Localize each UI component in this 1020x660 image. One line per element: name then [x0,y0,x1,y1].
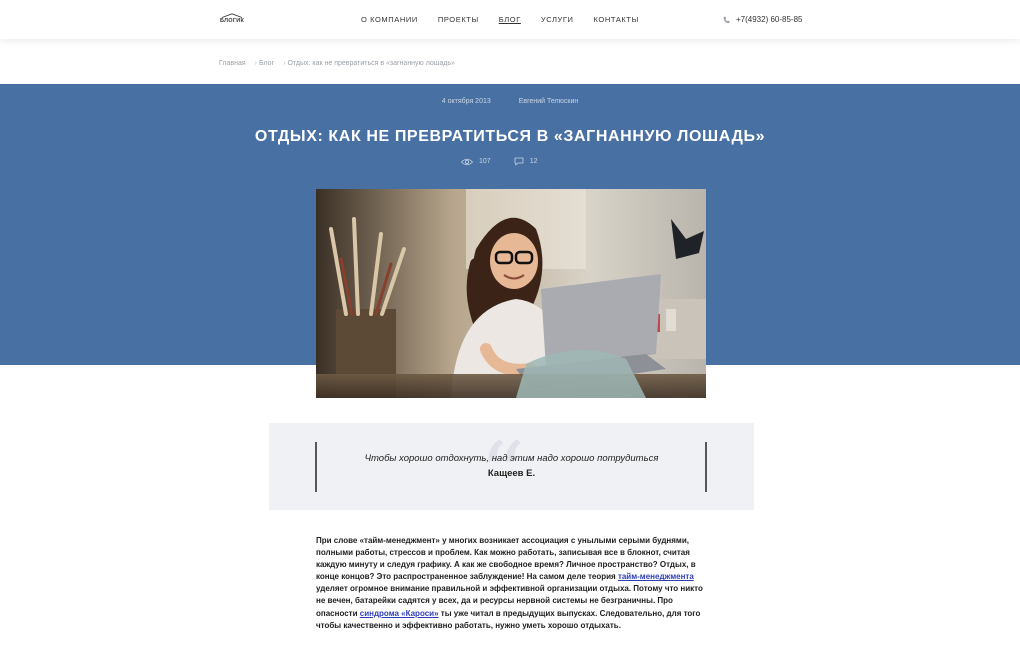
comments-stat[interactable]: 12 [514,157,538,166]
quote-bar-left [315,442,317,492]
page-title: ОТДЫХ: КАК НЕ ПРЕВРАТИТЬСЯ В «ЗАГНАННУЮ … [254,128,766,145]
nav-item-company[interactable]: О КОМПАНИИ [361,15,418,24]
breadcrumb: Главная › Блог › Отдых: как не превратит… [219,60,455,67]
comment-icon [514,157,524,166]
main-nav: О КОМПАНИИ ПРОЕКТЫ БЛОГ УСЛУГИ КОНТАКТЫ [361,15,659,24]
breadcrumb-current: Отдых: как не превратиться в «загнанную … [287,60,455,67]
nav-item-projects[interactable]: ПРОЕКТЫ [438,15,479,24]
post-stats: 107 12 [461,157,560,166]
post-author[interactable]: Евгений Телюскин [519,98,579,105]
quote-block: “ Чтобы хорошо отдохнуть, над этим надо … [269,423,754,521]
phone-contact[interactable]: +7(4932) 60-85-85 [723,15,803,24]
woman-with-laptop-photo [316,189,706,398]
eye-icon [461,158,473,165]
breadcrumb-blog[interactable]: Блог [259,60,274,67]
nav-item-contacts[interactable]: КОНТАКТЫ [594,15,639,24]
site-header: БЛОГИК О КОМПАНИИ ПРОЕКТЫ БЛОГ УСЛУГИ КО… [0,0,1020,39]
nav-item-services[interactable]: УСЛУГИ [541,15,574,24]
breadcrumb-separator-icon: › [283,60,286,67]
logo-text: БЛОГИК [220,18,245,24]
post-date: 4 октября 2013 [441,98,491,105]
post-meta: 4 октября 2013 Евгений Телюскин [0,98,1020,105]
link-time-management[interactable]: тайм-менеджмента [618,572,694,581]
comments-count: 12 [529,158,538,165]
quote-author: Кащеев Е. [487,468,536,479]
post-image [316,189,706,398]
phone-number: +7(4932) 60-85-85 [736,15,803,24]
breadcrumb-home[interactable]: Главная [219,60,246,67]
breadcrumb-separator-icon: › [254,60,257,67]
quote-bar-right [705,442,707,492]
views-stat: 107 [461,158,491,166]
link-karoshi-syndrome[interactable]: синдрома «Кароси» [360,609,439,618]
views-count: 107 [479,158,491,165]
article-body: При слове «тайм-менеджмент» у многих воз… [316,535,711,632]
phone-icon [723,16,730,23]
quote-text: Чтобы хорошо отдохнуть, над этим надо хо… [364,453,659,464]
nav-item-blog[interactable]: БЛОГ [499,15,521,24]
logo[interactable]: БЛОГИК [220,13,244,25]
